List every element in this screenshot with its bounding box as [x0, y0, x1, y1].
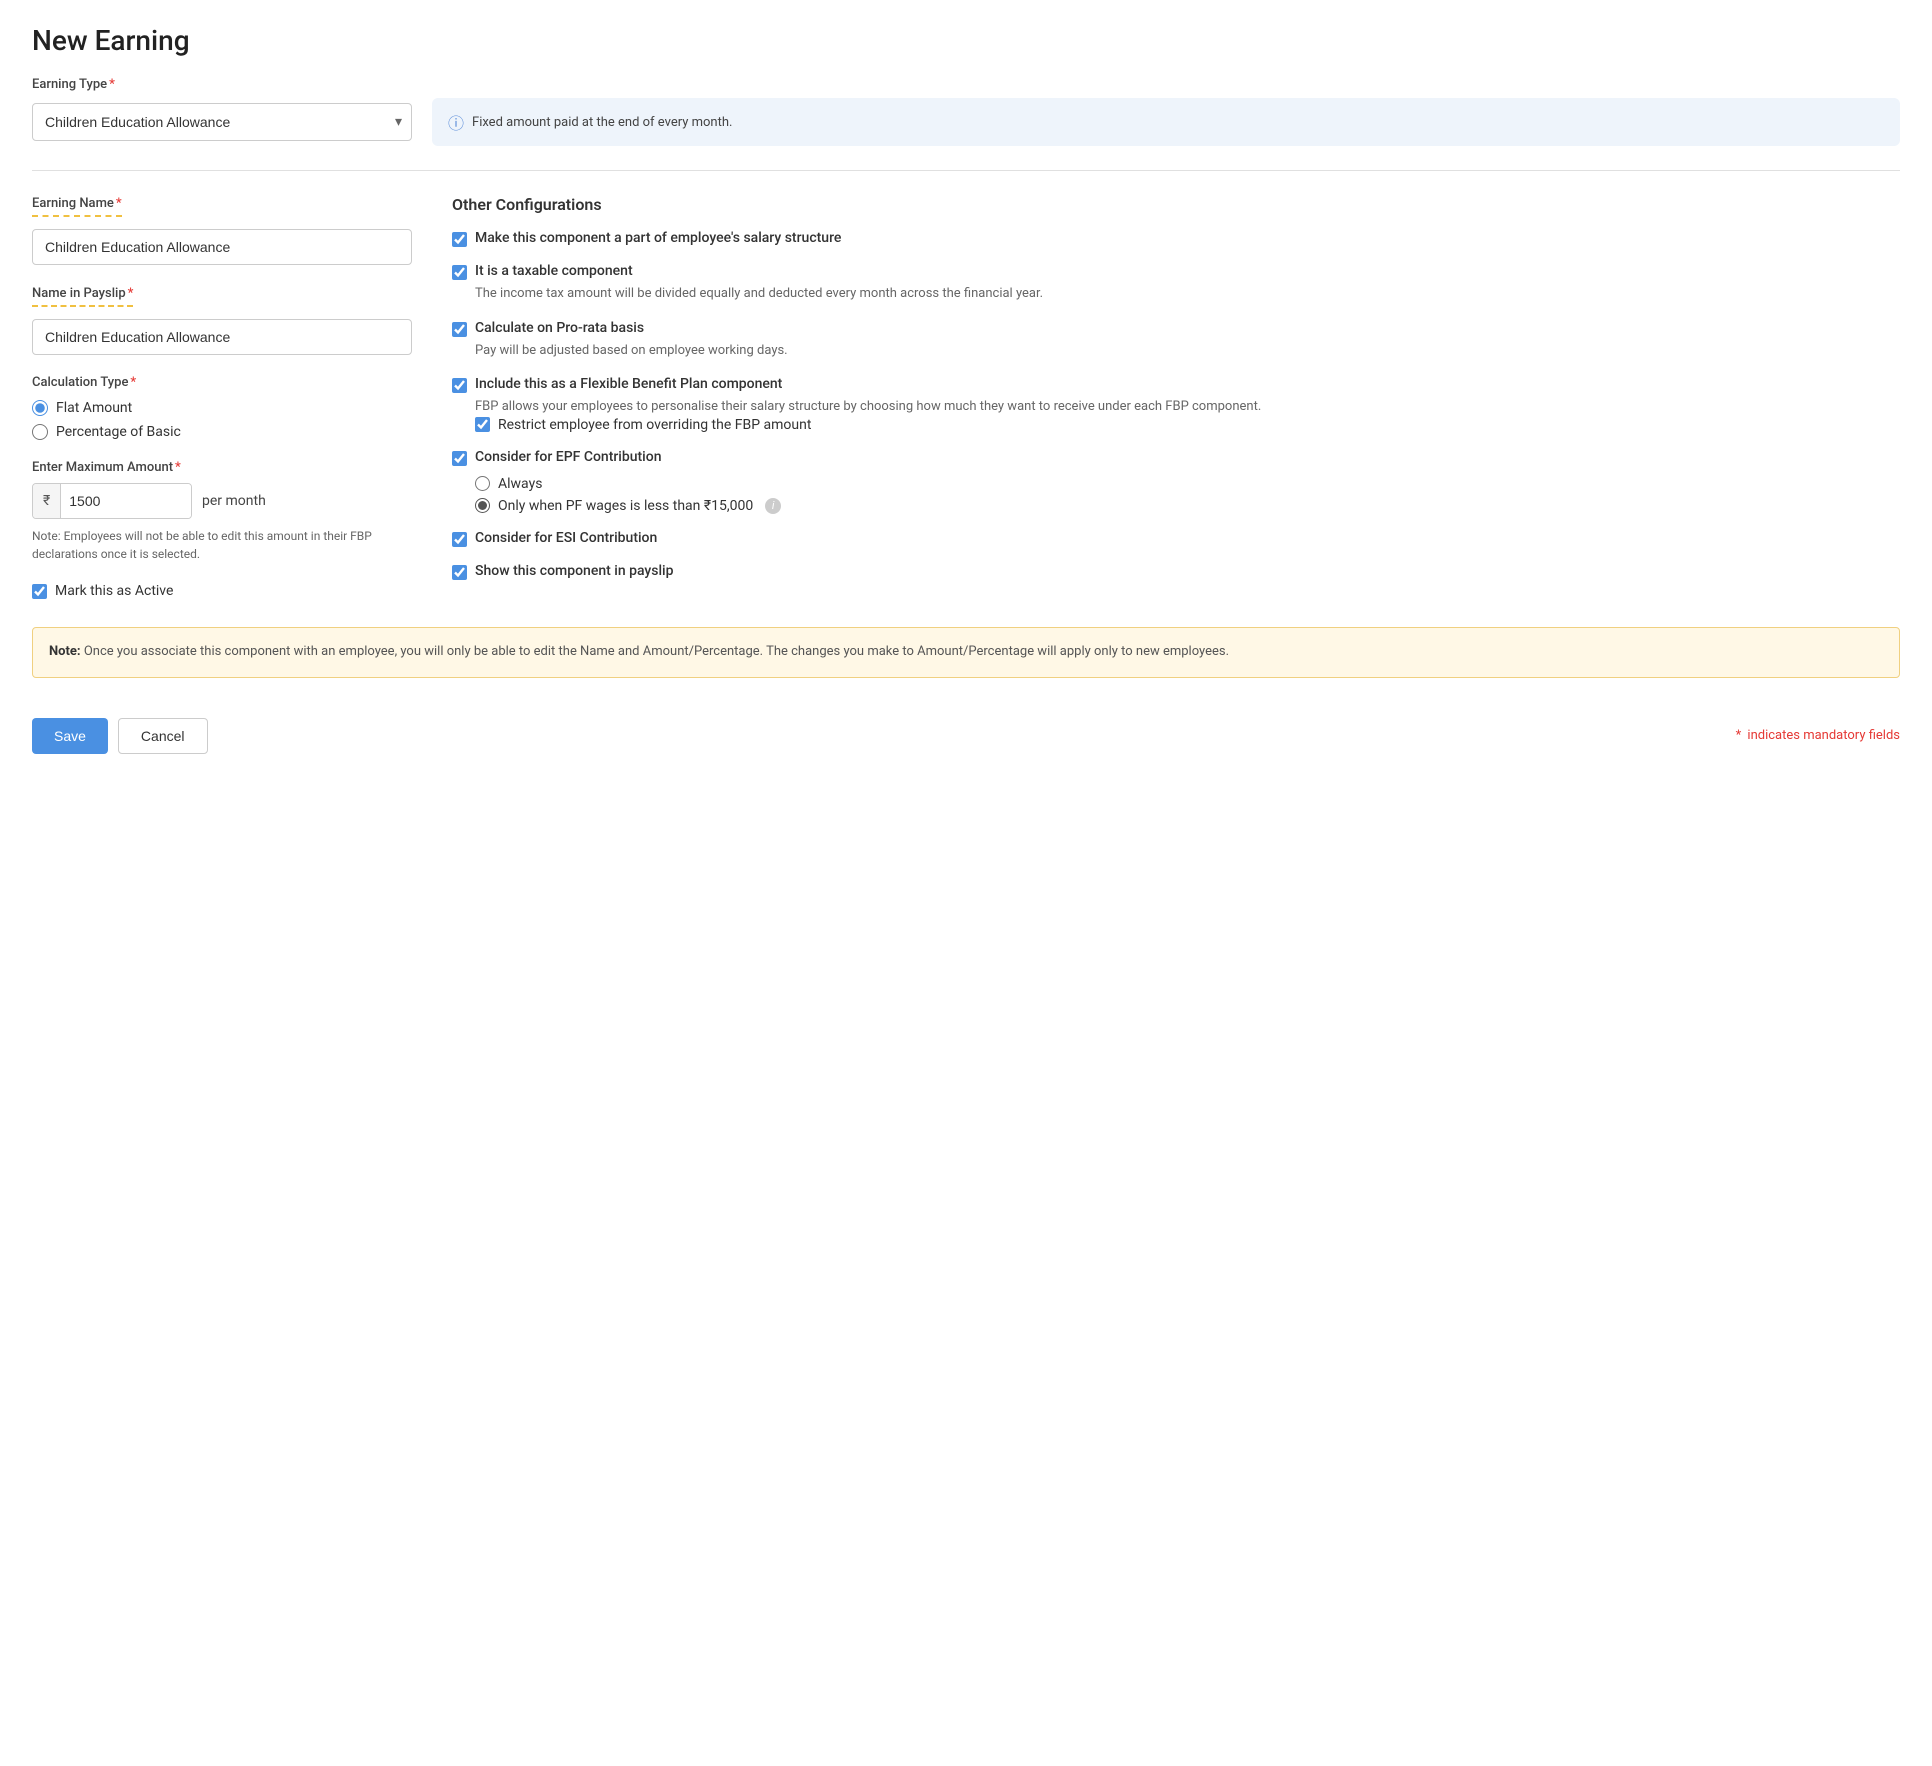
config-show-payslip: Show this component in payslip: [452, 563, 1900, 580]
fbp-note: Note: Employees will not be able to edit…: [32, 527, 412, 563]
name-in-payslip-input[interactable]: [32, 319, 412, 355]
currency-symbol: ₹: [33, 484, 61, 518]
max-amount-group: Enter Maximum Amount* ₹ ▲ ▼ per month No…: [32, 460, 412, 563]
per-month-label: per month: [202, 493, 266, 509]
earning-name-label: Earning Name*: [32, 196, 122, 217]
radio-percentage-of-basic[interactable]: Percentage of Basic: [32, 424, 412, 440]
fbp-description: FBP allows your employees to personalise…: [475, 397, 1900, 417]
right-panel: Other Configurations Make this component…: [452, 195, 1900, 603]
amount-input[interactable]: [61, 484, 192, 518]
earning-type-label: Earning Type*: [32, 77, 1900, 92]
epf-radio-group: Always Only when PF wages is less than ₹…: [475, 476, 1900, 514]
earning-type-info-box: ⓘ Fixed amount paid at the end of every …: [432, 98, 1900, 146]
page-title: New Earning: [32, 24, 1900, 57]
mark-active-checkbox[interactable]: Mark this as Active: [32, 583, 412, 599]
footer-buttons: Save Cancel: [32, 718, 208, 754]
footer: Save Cancel * indicates mandatory fields: [32, 702, 1900, 754]
config-pro-rata: Calculate on Pro-rata basis Pay will be …: [452, 320, 1900, 361]
config-epf: Consider for EPF Contribution Always Onl…: [452, 449, 1900, 514]
radio-flat-amount[interactable]: Flat Amount: [32, 400, 412, 416]
earning-name-input[interactable]: [32, 229, 412, 265]
save-button[interactable]: Save: [32, 718, 108, 754]
taxable-description: The income tax amount will be divided eq…: [475, 284, 1900, 304]
bottom-note: Note: Once you associate this component …: [32, 627, 1900, 678]
cancel-button[interactable]: Cancel: [118, 718, 208, 754]
currency-input-box[interactable]: ₹ ▲ ▼: [32, 483, 192, 519]
mandatory-note: * indicates mandatory fields: [1736, 728, 1900, 743]
name-in-payslip-label: Name in Payslip*: [32, 286, 133, 307]
name-in-payslip-group: Name in Payslip*: [32, 285, 412, 355]
config-salary-structure: Make this component a part of employee's…: [452, 230, 1900, 247]
earning-name-group: Earning Name*: [32, 195, 412, 265]
pro-rata-description: Pay will be adjusted based on employee w…: [475, 341, 1900, 361]
radio-epf-only-when[interactable]: Only when PF wages is less than ₹15,000 …: [475, 498, 1900, 514]
amount-row: ₹ ▲ ▼ per month: [32, 483, 412, 519]
left-panel: Earning Name* Name in Payslip* Calculati…: [32, 195, 412, 603]
earning-type-select[interactable]: Children Education Allowance Basic HRA S…: [32, 103, 412, 141]
restrict-fbp-checkbox[interactable]: Restrict employee from overriding the FB…: [475, 417, 1900, 433]
config-esi: Consider for ESI Contribution: [452, 530, 1900, 547]
max-amount-label: Enter Maximum Amount*: [32, 460, 412, 475]
other-configurations-title: Other Configurations: [452, 195, 1900, 214]
radio-epf-always[interactable]: Always: [475, 476, 1900, 492]
config-fbp: Include this as a Flexible Benefit Plan …: [452, 376, 1900, 433]
calculation-type-group: Calculation Type* Flat Amount Percentage…: [32, 375, 412, 440]
config-taxable: It is a taxable component The income tax…: [452, 263, 1900, 304]
calculation-type-label: Calculation Type*: [32, 375, 412, 390]
info-icon: ⓘ: [448, 110, 464, 134]
calculation-type-radio-group: Flat Amount Percentage of Basic: [32, 400, 412, 440]
info-pf-wages-icon[interactable]: i: [765, 498, 781, 514]
